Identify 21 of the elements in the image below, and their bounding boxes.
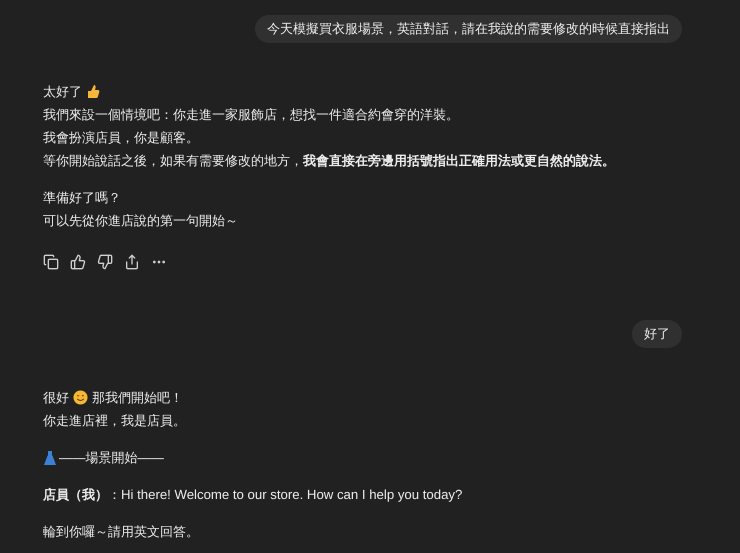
user-message-bubble: 今天模擬買衣服場景，英語對話，請在我說的需要修改的時候直接指出 bbox=[255, 15, 682, 43]
smiley-icon bbox=[73, 390, 88, 405]
message-text: 店員（我）：Hi there! Welcome to our store. How can I help you today? bbox=[43, 486, 462, 504]
thumbs-down-icon[interactable] bbox=[97, 254, 113, 270]
message-text: 準備好了嗎？ bbox=[43, 189, 121, 207]
message-text: ——場景開始—— bbox=[59, 449, 164, 467]
message-text: 太好了 bbox=[43, 83, 82, 101]
copy-icon[interactable] bbox=[43, 254, 59, 270]
message-text: 等你開始說話之後，如果有需要修改的地方，我會直接在旁邊用括號指出正確用法或更自然的說法。 bbox=[43, 152, 615, 170]
message-text: 輪到你囉～請用英文回答。 bbox=[43, 523, 199, 541]
user-message-bubble: 好了 bbox=[632, 320, 682, 348]
message-text: 可以先從你進店說的第一句開始～ bbox=[43, 212, 238, 230]
thumbs-up-icon bbox=[86, 84, 100, 99]
message-text: 你走進店裡，我是店員。 bbox=[43, 412, 186, 430]
share-icon[interactable] bbox=[124, 254, 140, 270]
message-text: 那我們開始吧！ bbox=[92, 389, 183, 407]
message-text: 我們來設一個情境吧：你走進一家服飾店，想找一件適合約會穿的洋裝。 bbox=[43, 106, 459, 124]
dress-icon bbox=[43, 450, 57, 466]
message-text: 很好 bbox=[43, 389, 69, 407]
thumbs-up-icon[interactable] bbox=[70, 254, 86, 270]
message-text: 我會扮演店員，你是顧客。 bbox=[43, 129, 199, 147]
